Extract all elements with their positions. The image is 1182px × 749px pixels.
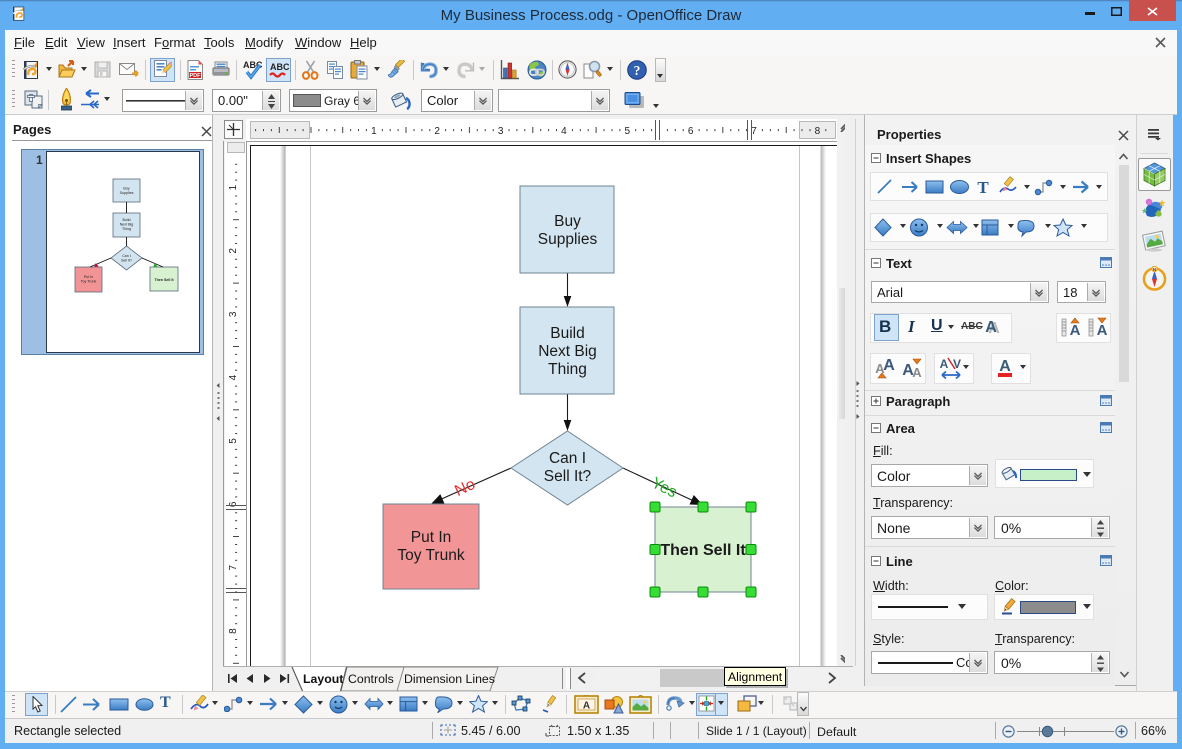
svg-text:A: A <box>583 701 590 712</box>
svg-text:A: A <box>985 319 997 336</box>
svg-text:2: 2 <box>228 248 239 254</box>
svg-text:7: 7 <box>228 564 239 570</box>
svg-text:Toy Trunk: Toy Trunk <box>81 280 97 284</box>
svg-text:8: 8 <box>815 126 821 137</box>
svg-text:Next Big: Next Big <box>120 223 134 227</box>
svg-text:Sell It?: Sell It? <box>121 259 132 263</box>
svg-text:Put In: Put In <box>84 275 93 279</box>
svg-text:A: A <box>883 357 895 374</box>
svg-text:Layout: Layout <box>303 672 343 686</box>
svg-text:4: 4 <box>561 126 567 137</box>
svg-text:Yes: Yes <box>649 474 680 501</box>
svg-text:ABC: ABC <box>270 62 289 72</box>
svg-text:?: ? <box>634 63 641 78</box>
svg-text:Controls: Controls <box>348 672 394 686</box>
svg-text:8: 8 <box>228 628 239 634</box>
svg-text:3: 3 <box>228 311 239 317</box>
svg-text:Put In: Put In <box>411 529 452 546</box>
svg-text:2: 2 <box>434 126 440 137</box>
svg-text:1: 1 <box>371 126 377 137</box>
svg-text:Can I: Can I <box>122 254 131 258</box>
svg-text:Thing: Thing <box>122 227 131 231</box>
svg-text:A: A <box>912 365 922 380</box>
svg-text:1: 1 <box>228 184 239 190</box>
svg-text:Build: Build <box>123 218 131 222</box>
svg-text:Then Sell It: Then Sell It <box>154 278 174 282</box>
svg-text:Then Sell It: Then Sell It <box>660 542 746 559</box>
svg-text:A: A <box>1070 322 1081 338</box>
svg-text:Supplies: Supplies <box>120 191 134 195</box>
svg-text:Thing: Thing <box>548 361 587 378</box>
svg-text:4: 4 <box>228 374 239 380</box>
svg-text:Dimension Lines: Dimension Lines <box>404 672 495 686</box>
svg-text:A: A <box>940 357 949 371</box>
svg-text:7: 7 <box>751 126 757 137</box>
svg-text:Buy: Buy <box>554 213 581 230</box>
svg-text:Sell It?: Sell It? <box>544 468 592 485</box>
svg-text:5: 5 <box>228 438 239 444</box>
svg-text:No: No <box>452 476 478 500</box>
svg-text:Next Big: Next Big <box>538 343 597 360</box>
svg-text:Buy: Buy <box>123 187 129 191</box>
svg-text:T: T <box>977 178 989 197</box>
svg-text:Supplies: Supplies <box>538 231 598 248</box>
svg-text:A: A <box>1097 322 1108 338</box>
svg-text:3: 3 <box>498 126 504 137</box>
svg-text:N: N <box>1153 267 1156 272</box>
svg-text:PDF: PDF <box>190 73 202 79</box>
svg-text:Build: Build <box>550 325 584 342</box>
svg-text:5: 5 <box>625 126 631 137</box>
svg-text:A: A <box>999 358 1011 375</box>
svg-text:Can I: Can I <box>549 450 586 467</box>
svg-text:Toy Trunk: Toy Trunk <box>397 547 464 564</box>
svg-text:6: 6 <box>688 126 694 137</box>
